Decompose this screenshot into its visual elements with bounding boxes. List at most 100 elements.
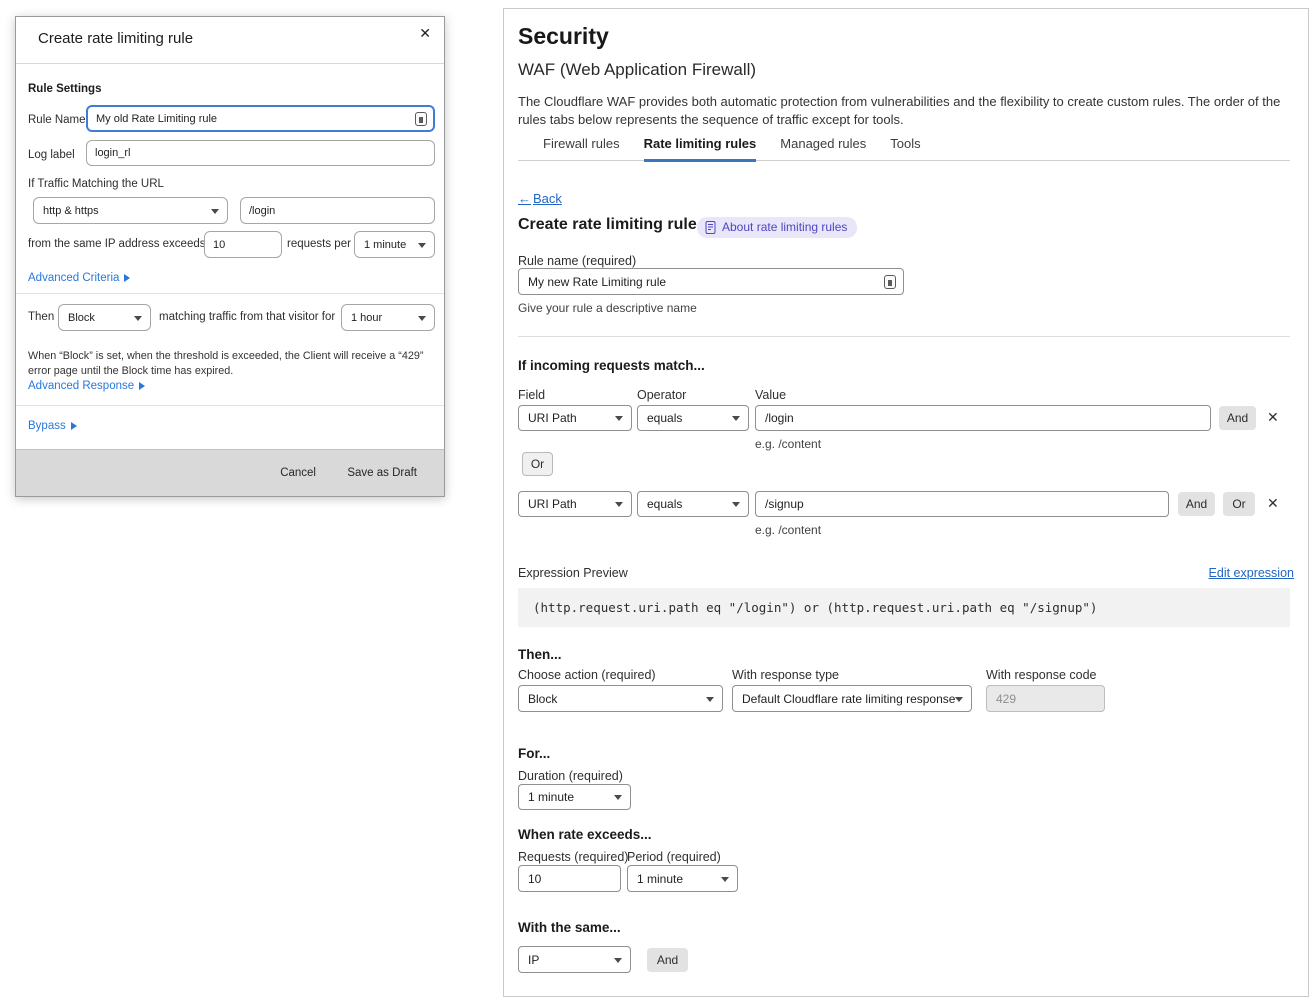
rule-settings-heading: Rule Settings — [28, 83, 101, 95]
same-section-title: With the same... — [518, 920, 621, 935]
chevron-down-icon — [134, 316, 142, 321]
tab-tools[interactable]: Tools — [890, 136, 920, 162]
operator-select[interactable]: equals — [637, 491, 749, 517]
remove-icon[interactable]: ✕ — [1267, 410, 1279, 424]
value-field-wrap — [755, 405, 1211, 431]
page-title: Security — [518, 23, 609, 50]
close-icon[interactable]: ✕ — [419, 26, 431, 40]
divider — [518, 336, 1290, 337]
modal-title: Create rate limiting rule — [38, 30, 193, 47]
chevron-down-icon — [732, 416, 740, 421]
field-select[interactable]: URI Path — [518, 491, 632, 517]
value-hint: e.g. /content — [755, 523, 821, 537]
url-input[interactable] — [240, 197, 435, 224]
value-input[interactable] — [755, 405, 1211, 431]
operator-select-value: equals — [647, 411, 682, 425]
block-note: When “Block” is set, when the threshold … — [28, 349, 430, 379]
requests-per-label: requests per — [287, 238, 351, 250]
chevron-down-icon — [614, 958, 622, 963]
advanced-criteria-label: Advanced Criteria — [28, 272, 119, 284]
tab-managed-rules[interactable]: Managed rules — [780, 136, 866, 162]
scheme-select[interactable]: http & https — [33, 197, 228, 224]
save-as-draft-button[interactable]: Save as Draft — [347, 450, 417, 497]
response-code-field-wrap — [986, 685, 1105, 712]
chevron-down-icon — [955, 697, 963, 702]
and-button[interactable]: And — [1219, 406, 1256, 430]
autofill-icon — [415, 112, 427, 126]
tab-rate-limiting-rules[interactable]: Rate limiting rules — [644, 136, 757, 162]
back-link[interactable]: ← Back — [518, 191, 562, 206]
duration-select-value: 1 minute — [528, 790, 574, 804]
doc-icon — [705, 221, 716, 234]
requests-field-wrap — [518, 865, 621, 892]
about-rate-limiting-badge[interactable]: About rate limiting rules — [697, 217, 857, 238]
divider — [16, 405, 444, 406]
log-label-input[interactable] — [86, 140, 435, 166]
bypass-label: Bypass — [28, 420, 66, 432]
rule-name-label: Rule name (required) — [518, 254, 636, 268]
field-select-value: URI Path — [528, 497, 577, 511]
advanced-criteria-link[interactable]: Advanced Criteria — [28, 272, 130, 284]
rule-name-input[interactable] — [86, 105, 435, 132]
characteristic-select-value: IP — [528, 953, 539, 967]
chevron-down-icon — [732, 502, 740, 507]
choose-action-label: Choose action (required) — [518, 668, 656, 682]
value-hint: e.g. /content — [755, 437, 821, 451]
then-section-title: Then... — [518, 647, 562, 662]
and-button[interactable]: And — [1178, 492, 1215, 516]
period-select-value: 1 minute — [364, 239, 406, 251]
chevron-down-icon — [614, 795, 622, 800]
response-code-input — [986, 685, 1105, 712]
rule-name-helper: Give your rule a descriptive name — [518, 301, 697, 315]
exceeds-prefix-label: from the same IP address exceeds — [28, 238, 206, 250]
remove-icon[interactable]: ✕ — [1267, 496, 1279, 510]
period-select[interactable]: 1 minute — [354, 231, 435, 258]
expand-arrow-icon — [124, 274, 130, 282]
or-button[interactable]: Or — [1223, 492, 1255, 516]
block-duration-select[interactable]: 1 hour — [341, 304, 435, 331]
requests-input[interactable] — [518, 865, 621, 892]
action-select[interactable]: Block — [518, 685, 723, 712]
chevron-down-icon — [418, 316, 426, 321]
advanced-response-label: Advanced Response — [28, 380, 134, 392]
scheme-select-value: http & https — [43, 205, 99, 217]
edit-expression-link[interactable]: Edit expression — [1209, 566, 1294, 580]
response-type-select[interactable]: Default Cloudflare rate limiting respons… — [732, 685, 972, 712]
then-suffix-label: matching traffic from that visitor for — [159, 311, 335, 323]
about-badge-label: About rate limiting rules — [722, 220, 847, 234]
field-select[interactable]: URI Path — [518, 405, 632, 431]
expand-arrow-icon — [139, 382, 145, 390]
chevron-down-icon — [418, 243, 426, 248]
value-column-label: Value — [755, 388, 786, 402]
expression-preview-label: Expression Preview — [518, 566, 628, 580]
duration-select[interactable]: 1 minute — [518, 784, 631, 810]
chevron-down-icon — [615, 416, 623, 421]
characteristic-select[interactable]: IP — [518, 946, 631, 973]
action-select[interactable]: Block — [58, 304, 151, 331]
page-description: The Cloudflare WAF provides both automat… — [518, 93, 1286, 128]
create-rate-limiting-rule-modal: Create rate limiting rule ✕ Rule Setting… — [15, 16, 445, 497]
cancel-button[interactable]: Cancel — [280, 450, 316, 497]
and-button[interactable]: And — [647, 948, 688, 972]
advanced-response-link[interactable]: Advanced Response — [28, 380, 145, 392]
period-select[interactable]: 1 minute — [627, 865, 738, 892]
page-subtitle: WAF (Web Application Firewall) — [518, 60, 756, 80]
requests-input[interactable] — [204, 231, 282, 258]
back-arrow-icon: ← — [518, 191, 531, 206]
bypass-link[interactable]: Bypass — [28, 420, 77, 432]
tab-firewall-rules[interactable]: Firewall rules — [543, 136, 620, 162]
response-type-value: Default Cloudflare rate limiting respons… — [742, 692, 955, 706]
chevron-down-icon — [706, 697, 714, 702]
rule-name-input[interactable] — [518, 268, 904, 295]
requests-field-wrap — [204, 231, 282, 258]
value-field-wrap — [755, 491, 1169, 517]
log-label-field-wrap — [86, 140, 435, 166]
action-select-value: Block — [68, 312, 95, 324]
autofill-icon — [884, 275, 896, 289]
operator-select[interactable]: equals — [637, 405, 749, 431]
block-duration-value: 1 hour — [351, 312, 382, 324]
or-button[interactable]: Or — [522, 452, 553, 476]
back-label: Back — [533, 191, 562, 206]
response-type-label: With response type — [732, 668, 839, 682]
value-input[interactable] — [755, 491, 1169, 517]
